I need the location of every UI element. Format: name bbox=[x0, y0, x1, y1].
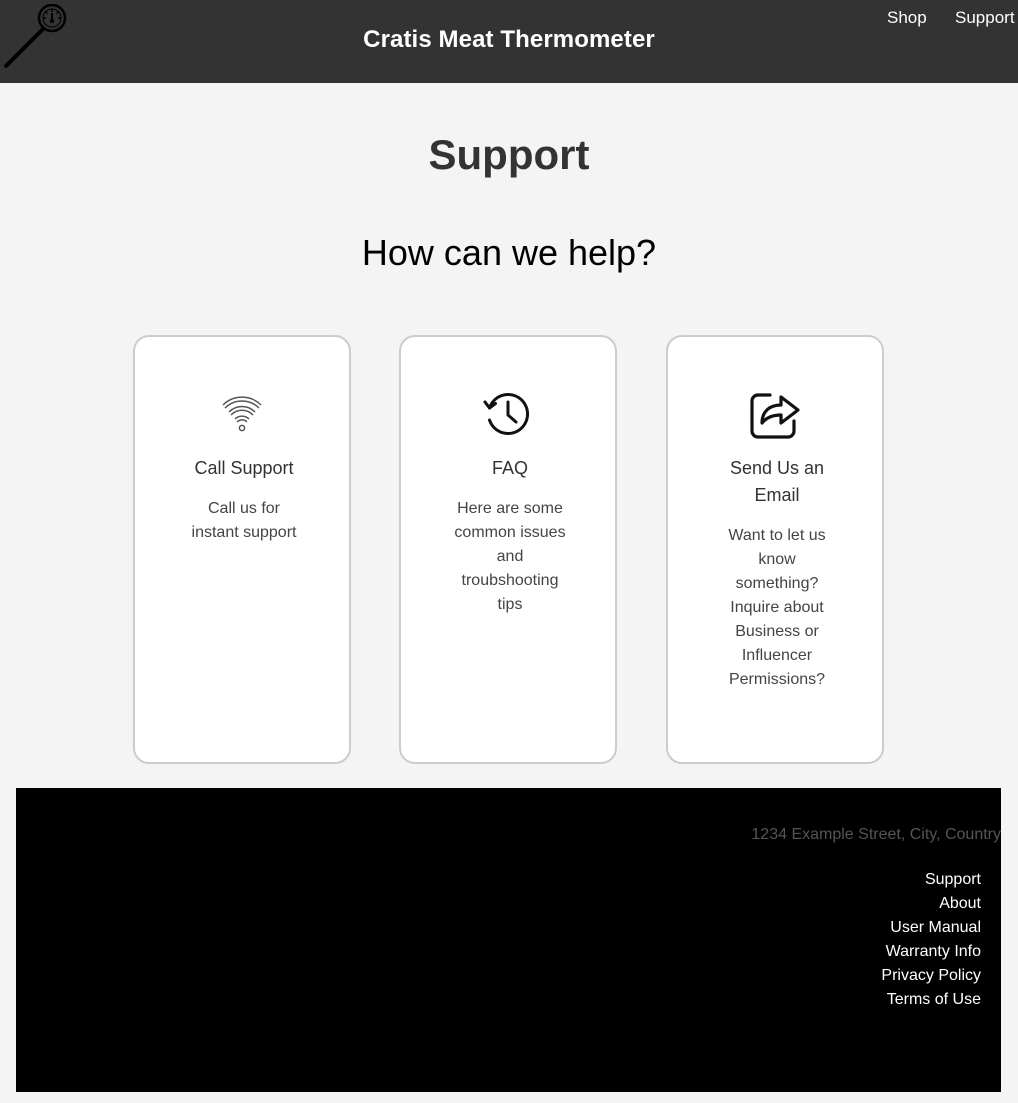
nav-shop-link[interactable]: Shop bbox=[887, 8, 927, 28]
footer-link-terms-of-use[interactable]: Terms of Use bbox=[887, 991, 981, 1008]
footer-link-user-manual[interactable]: User Manual bbox=[890, 919, 981, 936]
footer-address: 1234 Example Street, City, Country bbox=[751, 826, 1001, 843]
card-description: Want to let us know something? Inquire a… bbox=[728, 527, 826, 688]
wifi-icon bbox=[222, 396, 262, 432]
site-header: Cratis Meat Thermometer Shop Support bbox=[0, 0, 1018, 83]
footer-link-privacy-policy[interactable]: Privacy Policy bbox=[881, 967, 981, 984]
brand-title: Cratis Meat Thermometer bbox=[363, 26, 655, 53]
footer-link-item: About bbox=[881, 892, 981, 916]
nav-support-link[interactable]: Support bbox=[955, 8, 1015, 28]
page-subtitle: How can we help? bbox=[361, 232, 657, 273]
faq-card[interactable]: FAQ Here are some common issues and trou… bbox=[399, 335, 617, 764]
send-email-card[interactable]: Send Us an Email Want to let us know som… bbox=[666, 335, 884, 764]
card-title: Call Support bbox=[194, 458, 294, 478]
call-support-card[interactable]: Call Support Call us for instant support bbox=[133, 335, 351, 764]
site-footer: 1234 Example Street, City, Country Suppo… bbox=[16, 788, 1001, 1092]
footer-link-item: Terms of Use bbox=[881, 988, 981, 1012]
footer-link-about[interactable]: About bbox=[939, 895, 981, 912]
card-description: Call us for instant support bbox=[191, 500, 297, 541]
footer-link-support[interactable]: Support bbox=[925, 871, 981, 888]
page-title: Support bbox=[428, 131, 590, 178]
share-icon bbox=[750, 393, 800, 439]
card-title: FAQ bbox=[491, 458, 528, 478]
footer-link-item: User Manual bbox=[881, 916, 981, 940]
footer-link-warranty-info[interactable]: Warranty Info bbox=[886, 943, 981, 960]
history-clock-icon bbox=[483, 393, 530, 435]
card-description: Here are some common issues and troubsho… bbox=[454, 500, 566, 613]
footer-link-item: Privacy Policy bbox=[881, 964, 981, 988]
footer-link-item: Support bbox=[881, 868, 981, 892]
footer-link-item: Warranty Info bbox=[881, 940, 981, 964]
card-title: Send Us an Email bbox=[729, 458, 825, 505]
footer-links: Support About User Manual Warranty Info … bbox=[881, 868, 981, 1012]
